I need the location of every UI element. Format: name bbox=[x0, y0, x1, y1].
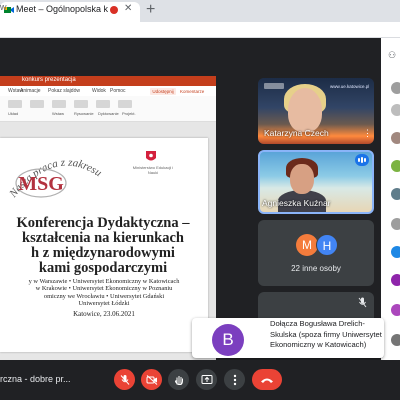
camera-off-icon bbox=[146, 374, 157, 385]
address-bar-text: w bbox=[0, 2, 7, 12]
new-tab-button[interactable]: + bbox=[146, 2, 155, 18]
participant-face bbox=[288, 88, 322, 132]
avatar bbox=[391, 104, 400, 116]
people-icon[interactable]: ⚇ bbox=[388, 50, 396, 61]
hang-up-icon bbox=[261, 378, 273, 383]
more-options-icon[interactable]: ⋮ bbox=[363, 128, 372, 139]
slide-title-line: Konferencja Dydaktyczna – bbox=[16, 215, 190, 231]
leave-call-button[interactable] bbox=[252, 369, 282, 390]
ribbon-label: Rysowanie bbox=[74, 111, 94, 116]
notification-text: Dołącza Bogusława Drelich-Skulska (spoza… bbox=[270, 319, 382, 349]
slide-title-line: kształcenia na kierunkach bbox=[22, 230, 184, 246]
ribbon-tab: Pomoc bbox=[110, 88, 126, 94]
avatar bbox=[391, 274, 400, 286]
comments-button: Komentarze bbox=[180, 89, 205, 94]
ribbon-tab: Widok bbox=[92, 88, 106, 94]
participant-name: Agnieszka Kuźnar bbox=[262, 198, 331, 208]
avatar bbox=[391, 160, 400, 172]
speaking-indicator-icon bbox=[355, 154, 369, 166]
ribbon-button bbox=[30, 100, 44, 108]
recording-indicator-icon bbox=[110, 6, 118, 14]
university-logo bbox=[264, 83, 284, 89]
avatar: H bbox=[316, 234, 338, 256]
avatar bbox=[391, 218, 400, 230]
more-options-button[interactable] bbox=[224, 369, 245, 390]
slide-universities: y w Warszawie • Uniwersytet Ekonomiczny … bbox=[0, 278, 208, 307]
ribbon-button bbox=[8, 100, 22, 108]
tab-title: Meet – Ogólnopolska konf bbox=[16, 4, 108, 14]
ministry-label: Ministerstwo Edukacji i Nauki bbox=[132, 165, 174, 175]
avatar bbox=[391, 304, 400, 316]
meeting-title: rczna - dobre pr... bbox=[0, 374, 71, 384]
participant-face bbox=[290, 164, 314, 194]
university-line: omiczny we Wrocławiu • Uniwersytet Gdańs… bbox=[43, 292, 165, 300]
share-button: Udostępnij bbox=[150, 88, 176, 95]
mic-off-icon bbox=[120, 374, 129, 385]
slide-title-line: kami gospodarczymi bbox=[38, 260, 168, 276]
avatar bbox=[391, 334, 400, 346]
slide-date: Katowice, 23.06.2021 bbox=[73, 310, 135, 318]
ribbon-button bbox=[52, 100, 66, 108]
avatar: B bbox=[212, 324, 244, 356]
university-line: y w Warszawie • Uniwersytet Ekonomiczny … bbox=[28, 278, 180, 285]
slide-title: Konferencja Dydaktyczna – kształcenia na… bbox=[0, 216, 206, 276]
ribbon-label: Wstaw bbox=[52, 111, 64, 116]
avatar bbox=[391, 188, 400, 200]
more-vert-icon bbox=[233, 374, 236, 385]
mic-off-icon bbox=[358, 297, 367, 308]
presentation-filename: konkurs prezentacja bbox=[22, 77, 76, 83]
avatar: M bbox=[296, 234, 318, 256]
raise-hand-button[interactable] bbox=[168, 369, 189, 390]
participant-name: Katarzyna Czech bbox=[264, 128, 329, 138]
background-url: www.ue.katowice.pl bbox=[330, 84, 370, 89]
eagle-emblem-icon bbox=[146, 151, 156, 161]
address-bar[interactable] bbox=[0, 22, 400, 38]
ribbon-button bbox=[96, 100, 110, 108]
ribbon-label: Dyktowanie bbox=[98, 111, 119, 116]
ribbon-button bbox=[74, 100, 88, 108]
present-button[interactable] bbox=[196, 369, 217, 390]
avatar bbox=[391, 82, 400, 94]
others-tile[interactable] bbox=[258, 220, 374, 286]
svg-text:MSG: MSG bbox=[18, 173, 64, 195]
present-icon bbox=[201, 374, 212, 384]
avatar bbox=[391, 246, 400, 258]
avatar bbox=[391, 132, 400, 144]
hand-icon bbox=[174, 375, 183, 385]
ribbon-label: Układ bbox=[8, 111, 19, 116]
university-line: w Krakowie • Uniwersytet Ekonomiczny w P… bbox=[35, 285, 173, 293]
msg-logo: MSG bbox=[15, 168, 67, 198]
mic-toggle-button[interactable] bbox=[114, 369, 135, 390]
university-line: Uniwersytet Łódzki bbox=[78, 299, 130, 307]
ribbon-tab: Animacje bbox=[20, 88, 41, 94]
camera-toggle-button[interactable] bbox=[141, 369, 162, 390]
ribbon-button bbox=[118, 100, 132, 108]
tab-close-button[interactable]: ✕ bbox=[124, 3, 132, 14]
ribbon-tab: Pokaz slajdów bbox=[48, 88, 80, 94]
slide-title-line: h z międzynarodowymi bbox=[31, 245, 175, 261]
ribbon-label: Projekt. bbox=[122, 111, 136, 116]
others-count-label: 22 inne osoby bbox=[291, 264, 341, 273]
